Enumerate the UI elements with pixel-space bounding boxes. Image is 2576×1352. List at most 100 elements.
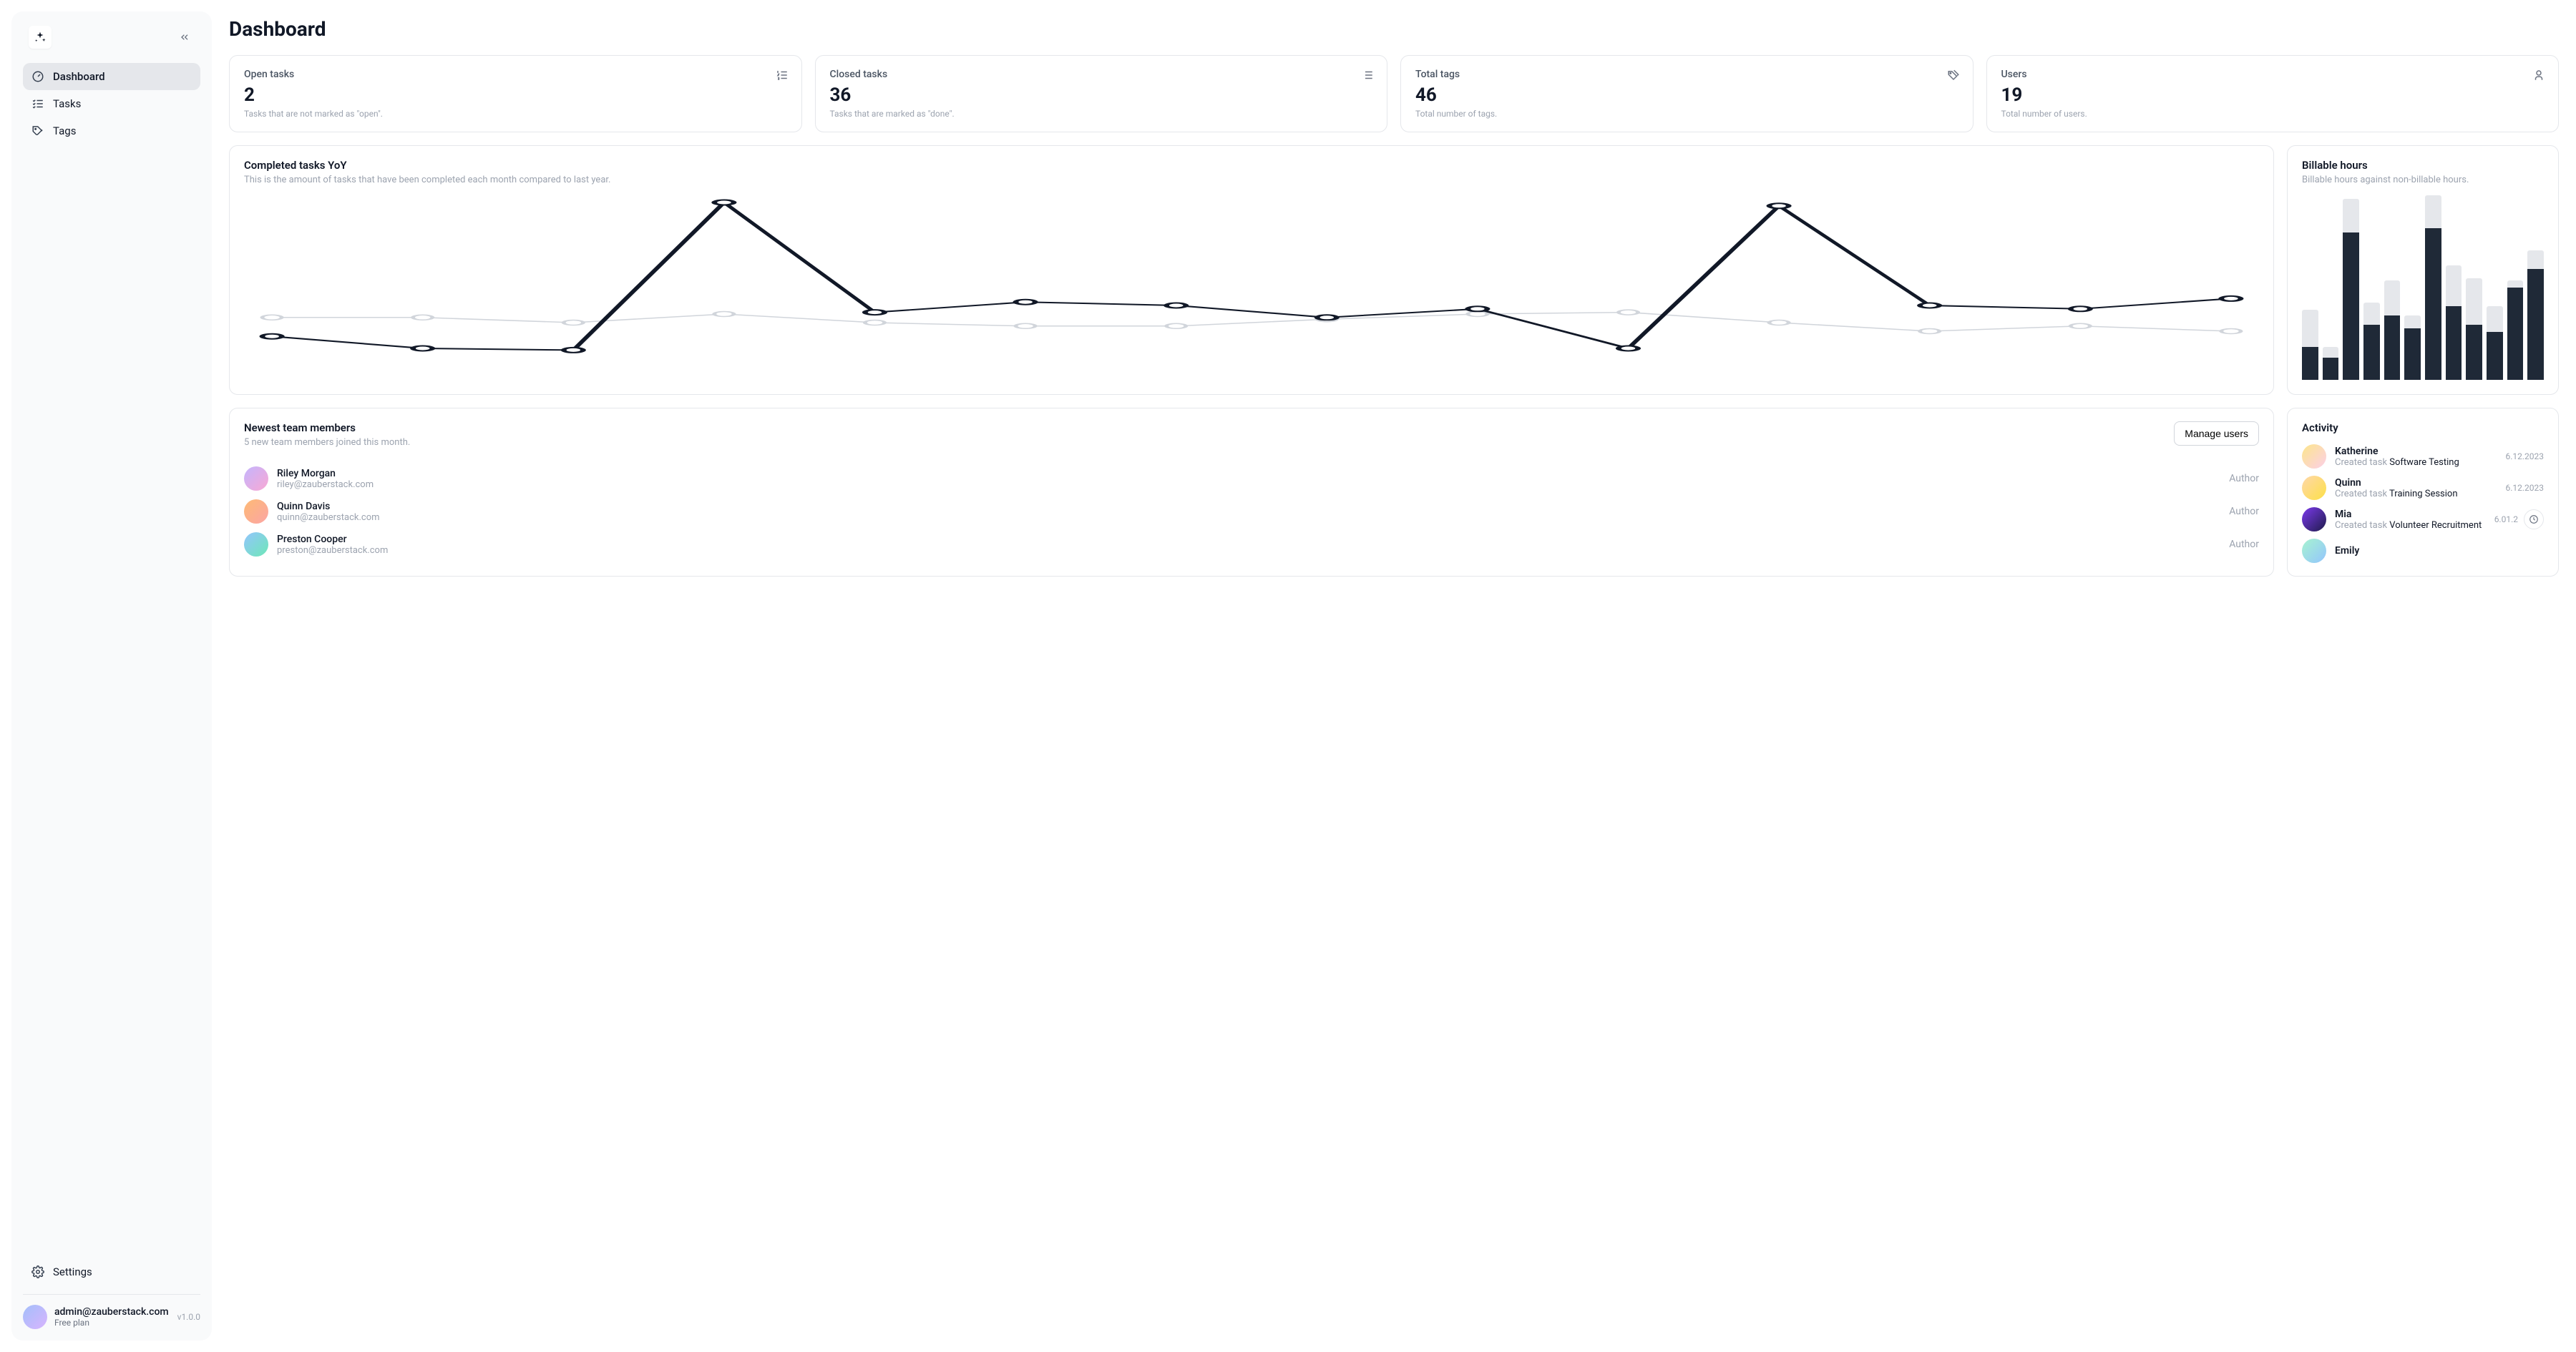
nav-item-settings[interactable]: Settings <box>23 1258 200 1285</box>
activity-info: Emily <box>2335 545 2544 557</box>
activity-date: 6.12.2023 <box>2505 451 2544 461</box>
member-row[interactable]: Quinn Davis quinn@zauberstack.com Author <box>244 491 2259 524</box>
stat-value: 46 <box>1415 84 1958 106</box>
tag-icon <box>31 124 44 137</box>
bar-group <box>2323 195 2339 380</box>
card-title: Newest team members <box>244 421 410 434</box>
avatar <box>2302 476 2326 500</box>
stat-desc: Tasks that are marked as "done". <box>830 109 1373 119</box>
members-list: Riley Morgan riley@zauberstack.com Autho… <box>244 458 2259 557</box>
bar-group <box>2363 195 2380 380</box>
activity-row[interactable]: Emily <box>2302 532 2544 563</box>
activity-list: Katherine Created task Software Testing … <box>2302 437 2544 563</box>
stat-total-tags: Total tags 46 Total number of tags. <box>1400 55 1974 132</box>
activity-date: 6.01.2 <box>2494 514 2518 524</box>
activity-info: Quinn Created task Training Session <box>2335 477 2505 499</box>
stat-desc: Total number of tags. <box>1415 109 1958 119</box>
member-name: Quinn Davis <box>277 501 2229 512</box>
activity-user: Katherine <box>2335 446 2505 457</box>
user-plan: Free plan <box>54 1318 170 1328</box>
nav-label: Dashboard <box>53 70 105 83</box>
bar-group <box>2404 195 2421 380</box>
list-ordered-icon <box>776 69 789 84</box>
member-email: quinn@zauberstack.com <box>277 512 2229 523</box>
stat-desc: Total number of users. <box>2001 109 2545 119</box>
bar-group <box>2343 195 2359 380</box>
stat-label: Users <box>2001 69 2545 80</box>
app-version: v1.0.0 <box>177 1312 200 1322</box>
bar-group <box>2425 195 2441 380</box>
activity-row[interactable]: Katherine Created task Software Testing … <box>2302 437 2544 469</box>
team-card: Newest team members 5 new team members j… <box>229 408 2274 577</box>
bar-group <box>2466 195 2482 380</box>
main-content: Dashboard Open tasks 2 Tasks that are no… <box>223 0 2576 1352</box>
user-email: admin@zauberstack.com <box>54 1306 170 1318</box>
avatar <box>244 499 268 524</box>
nav-item-dashboard[interactable]: Dashboard <box>23 63 200 90</box>
avatar <box>2302 444 2326 469</box>
manage-users-button[interactable]: Manage users <box>2174 421 2259 446</box>
stat-value: 19 <box>2001 84 2545 106</box>
activity-text: Created task Software Testing <box>2335 457 2505 468</box>
activity-user: Mia <box>2335 509 2494 520</box>
avatar <box>244 466 268 491</box>
user-section[interactable]: admin@zauberstack.com Free plan v1.0.0 <box>23 1294 200 1329</box>
member-row[interactable]: Preston Cooper preston@zauberstack.com A… <box>244 524 2259 557</box>
bar-group <box>2507 195 2524 380</box>
stat-desc: Tasks that are not marked as "open". <box>244 109 787 119</box>
completed-tasks-chart-card: Completed tasks YoY This is the amount o… <box>229 145 2274 395</box>
activity-info: Mia Created task Volunteer Recruitment <box>2335 509 2494 531</box>
activity-row[interactable]: Quinn Created task Training Session 6.12… <box>2302 469 2544 500</box>
member-info: Quinn Davis quinn@zauberstack.com <box>277 501 2229 523</box>
member-email: riley@zauberstack.com <box>277 479 2229 490</box>
member-role: Author <box>2229 506 2259 517</box>
nav-label: Tasks <box>53 97 81 110</box>
card-subtitle: Billable hours against non-billable hour… <box>2302 175 2544 185</box>
nav-item-tags[interactable]: Tags <box>23 117 200 144</box>
avatar <box>2302 507 2326 532</box>
bar-group <box>2384 195 2401 380</box>
card-title: Completed tasks YoY <box>244 159 2259 172</box>
card-subtitle: 5 new team members joined this month. <box>244 437 410 448</box>
avatar <box>2302 539 2326 563</box>
member-name: Preston Cooper <box>277 534 2229 545</box>
list-checks-icon <box>31 97 44 110</box>
stat-label: Total tags <box>1415 69 1958 80</box>
page-title: Dashboard <box>229 17 2559 41</box>
app-logo[interactable] <box>29 26 52 49</box>
line-chart <box>244 195 2259 381</box>
activity-user: Emily <box>2335 545 2544 557</box>
card-subtitle: This is the amount of tasks that have be… <box>244 175 2259 185</box>
avatar <box>244 532 268 557</box>
bar-group <box>2302 195 2318 380</box>
member-name: Riley Morgan <box>277 468 2229 479</box>
card-title: Billable hours <box>2302 159 2544 172</box>
stat-value: 2 <box>244 84 787 106</box>
nav-list: Dashboard Tasks Tags <box>23 63 200 144</box>
stat-value: 36 <box>830 84 1373 106</box>
activity-row[interactable]: Mia Created task Volunteer Recruitment 6… <box>2302 500 2544 532</box>
stat-users: Users 19 Total number of users. <box>1986 55 2560 132</box>
card-title: Activity <box>2302 421 2544 434</box>
member-row[interactable]: Riley Morgan riley@zauberstack.com Autho… <box>244 458 2259 491</box>
activity-text: Created task Volunteer Recruitment <box>2335 520 2494 531</box>
bar-group <box>2487 195 2503 380</box>
user-avatar <box>23 1305 47 1329</box>
nav-label: Tags <box>53 124 76 137</box>
member-info: Preston Cooper preston@zauberstack.com <box>277 534 2229 556</box>
chevron-double-left-icon <box>179 31 190 43</box>
gauge-icon <box>31 70 44 83</box>
member-info: Riley Morgan riley@zauberstack.com <box>277 468 2229 490</box>
activity-info: Katherine Created task Software Testing <box>2335 446 2505 468</box>
stat-open-tasks: Open tasks 2 Tasks that are not marked a… <box>229 55 802 132</box>
stat-label: Open tasks <box>244 69 787 80</box>
bar-chart <box>2302 195 2544 380</box>
sidebar-header <box>23 23 200 63</box>
sidebar-collapse-button[interactable] <box>175 27 195 47</box>
sparkle-icon <box>34 31 47 44</box>
stats-row: Open tasks 2 Tasks that are not marked a… <box>229 55 2559 132</box>
bottom-row: Newest team members 5 new team members j… <box>229 408 2559 577</box>
nav-item-tasks[interactable]: Tasks <box>23 90 200 117</box>
user-icon <box>2532 69 2545 84</box>
activity-user: Quinn <box>2335 477 2505 489</box>
